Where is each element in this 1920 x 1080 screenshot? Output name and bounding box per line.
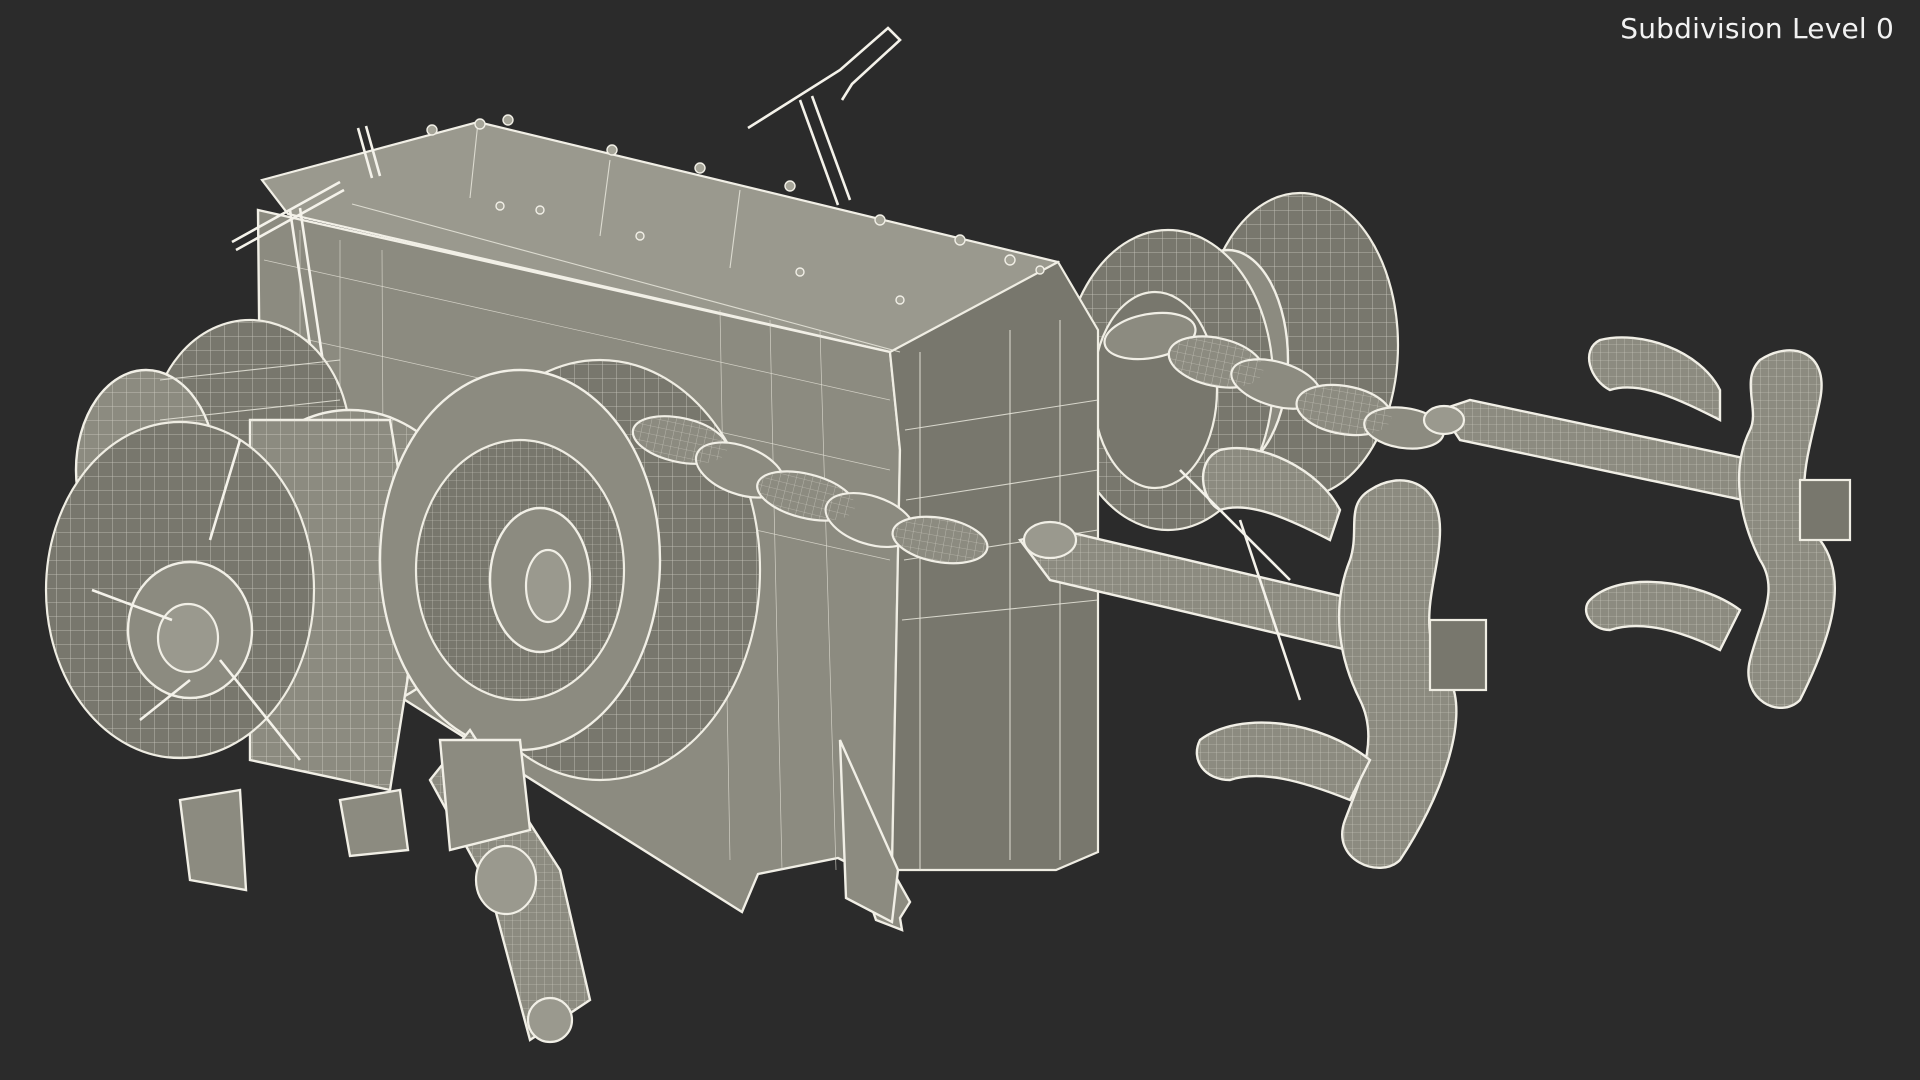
3d-viewport[interactable]: Subdivision Level 0 [0,0,1920,1080]
windlass-wireframe-model [44,26,1852,1044]
anchor-rear [1422,336,1852,710]
crank-handle [747,26,902,206]
subdivision-level-label: Subdivision Level 0 [1620,12,1894,45]
